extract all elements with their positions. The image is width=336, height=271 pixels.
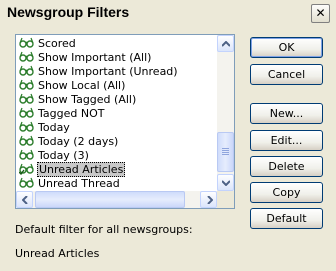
glasses-icon <box>19 51 34 62</box>
glasses-icon <box>19 37 34 48</box>
filter-label: Unread Thread <box>38 177 120 190</box>
filter-list-item[interactable]: Scored <box>19 37 77 51</box>
default-filter-caption: Default filter for all newsgroups: <box>15 223 193 236</box>
scroll-up-button[interactable] <box>217 35 234 52</box>
default-filter-value: Unread Articles <box>15 247 100 260</box>
filter-label: Tagged NOT <box>38 107 105 120</box>
scroll-down-button[interactable] <box>217 174 234 191</box>
filter-label: Today (2 days) <box>38 135 119 148</box>
cancel-button[interactable]: Cancel <box>250 64 323 85</box>
filter-list[interactable]: Scored Show Important (All) Show Important… <box>15 34 235 209</box>
arrow-right-icon <box>207 196 213 204</box>
glasses-icon <box>19 79 34 90</box>
horizontal-scrollbar[interactable] <box>16 191 217 208</box>
copy-button[interactable]: Copy <box>250 182 323 203</box>
title-bar: Newsgroup Filters ✕ <box>0 0 336 27</box>
vertical-scroll-thumb[interactable] <box>217 132 234 172</box>
filter-label: Today (3) <box>38 149 89 162</box>
filter-label: Show Local (All) <box>38 79 126 92</box>
glasses-icon <box>19 177 34 188</box>
filter-list-item[interactable]: Today <box>19 121 71 135</box>
filter-list-item[interactable]: Show Important (Unread) <box>19 65 179 79</box>
scroll-left-button[interactable] <box>16 191 33 208</box>
default-button[interactable]: Default <box>250 208 323 229</box>
new-button[interactable]: New... <box>250 103 323 124</box>
filter-list-item[interactable]: Today (2 days) <box>19 135 119 149</box>
filter-list-item[interactable]: Show Important (All) <box>19 51 152 65</box>
ok-button[interactable]: OK <box>250 37 323 58</box>
glasses-icon <box>19 93 34 104</box>
scroll-right-button[interactable] <box>200 191 217 208</box>
filter-label: Show Important (Unread) <box>38 65 178 78</box>
scroll-corner <box>217 191 234 208</box>
close-icon: ✕ <box>315 6 326 20</box>
filter-label: Show Important (All) <box>38 51 152 64</box>
filter-list-item[interactable]: Unread Thread <box>19 177 121 191</box>
filter-label: Scored <box>38 37 76 50</box>
filter-list-item[interactable]: Today (3) <box>19 149 90 163</box>
arrow-down-icon <box>222 180 230 186</box>
glasses-icon <box>19 121 34 132</box>
arrow-left-icon <box>22 196 28 204</box>
filter-list-item[interactable]: Show Local (All) <box>19 79 126 93</box>
glasses-icon <box>19 107 34 118</box>
edit-button[interactable]: Edit... <box>250 130 323 151</box>
filter-list-item[interactable]: Unread Articles <box>19 162 126 177</box>
horizontal-scroll-thumb[interactable] <box>35 191 185 208</box>
glasses-icon <box>19 65 34 76</box>
filter-list-items: Scored Show Important (All) Show Important… <box>16 35 217 191</box>
close-button[interactable]: ✕ <box>311 4 330 23</box>
window-title: Newsgroup Filters <box>7 4 130 20</box>
filter-label: Today <box>38 121 70 134</box>
filter-label: Show Tagged (All) <box>38 93 137 106</box>
arrow-up-icon <box>222 41 230 47</box>
delete-button[interactable]: Delete <box>250 156 323 177</box>
filter-list-item[interactable]: Show Tagged (All) <box>19 93 137 107</box>
vertical-scrollbar[interactable] <box>217 35 234 191</box>
filter-label: Unread Articles <box>37 162 126 177</box>
glasses-check-icon <box>19 163 34 175</box>
filter-list-item[interactable]: Tagged NOT <box>19 107 105 121</box>
glasses-icon <box>19 135 34 146</box>
glasses-icon <box>19 149 34 160</box>
